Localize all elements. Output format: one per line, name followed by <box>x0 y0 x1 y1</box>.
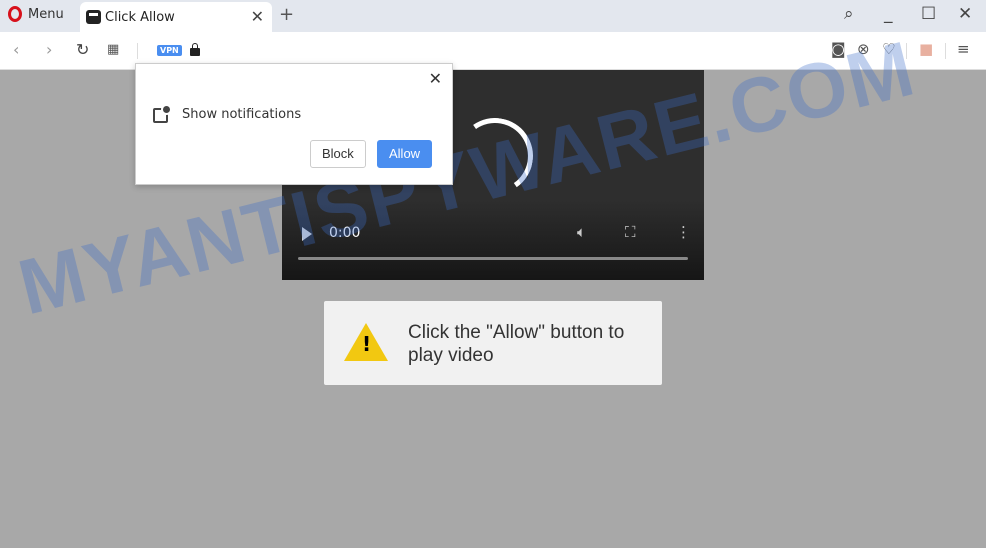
close-popup-icon[interactable]: ✕ <box>429 69 442 88</box>
more-options-icon[interactable]: ⋮ <box>676 223 691 241</box>
notification-icon <box>153 104 172 123</box>
allow-button[interactable]: Allow <box>377 140 433 168</box>
new-tab-icon[interactable]: + <box>279 4 294 25</box>
close-window-icon[interactable]: ✕ <box>958 4 972 24</box>
opera-menu-button[interactable]: Menu <box>8 6 64 22</box>
volume-icon[interactable]: 🔈︎ <box>577 223 586 241</box>
menu-label: Menu <box>28 6 64 22</box>
search-icon[interactable]: ⌕ <box>844 4 854 24</box>
vpn-badge[interactable]: VPN <box>157 45 182 56</box>
video-progress-track[interactable] <box>298 257 688 260</box>
minimize-icon[interactable]: _ <box>884 4 893 24</box>
permission-text: Show notifications <box>182 107 302 122</box>
forward-icon[interactable]: › <box>46 40 52 59</box>
lock-icon[interactable] <box>190 43 200 56</box>
tab-title: Click Allow <box>105 9 175 25</box>
site-favicon-icon <box>86 10 101 24</box>
video-time: 0:00 <box>329 225 361 241</box>
heart-icon[interactable]: ♡ <box>882 40 895 58</box>
opera-logo-icon <box>8 6 22 22</box>
loading-spinner-icon <box>450 111 540 201</box>
fullscreen-icon[interactable]: ⛶ <box>625 223 636 241</box>
extension-cube-icon[interactable]: ■ <box>919 40 933 58</box>
close-tab-icon[interactable]: ✕ <box>251 7 264 26</box>
tab-bar: Menu Click Allow ✕ + ⌕ _ ☐ ✕ <box>0 0 986 32</box>
divider <box>137 43 138 59</box>
warning-icon: ! <box>344 323 388 361</box>
divider <box>945 43 946 59</box>
instruction-text: Click the "Allow" button to play video <box>408 322 625 366</box>
play-icon[interactable] <box>302 227 312 241</box>
camera-icon[interactable]: ◙ <box>831 40 846 58</box>
block-button[interactable]: Block <box>310 140 366 168</box>
notification-permission-popup: ✕ Show notifications Block Allow <box>135 63 453 185</box>
reload-icon[interactable]: ↻ <box>76 40 89 59</box>
instruction-box: ! Click the "Allow" button to play video <box>324 301 662 385</box>
back-icon[interactable]: ‹ <box>13 40 19 59</box>
adblock-icon[interactable]: ⊗ <box>857 40 870 58</box>
speed-dial-icon[interactable]: ▦ <box>107 42 119 57</box>
settings-sliders-icon[interactable]: ≡ <box>957 40 970 58</box>
tab-click-allow[interactable]: Click Allow ✕ <box>80 2 272 32</box>
divider <box>906 43 907 59</box>
maximize-icon[interactable]: ☐ <box>921 4 936 24</box>
